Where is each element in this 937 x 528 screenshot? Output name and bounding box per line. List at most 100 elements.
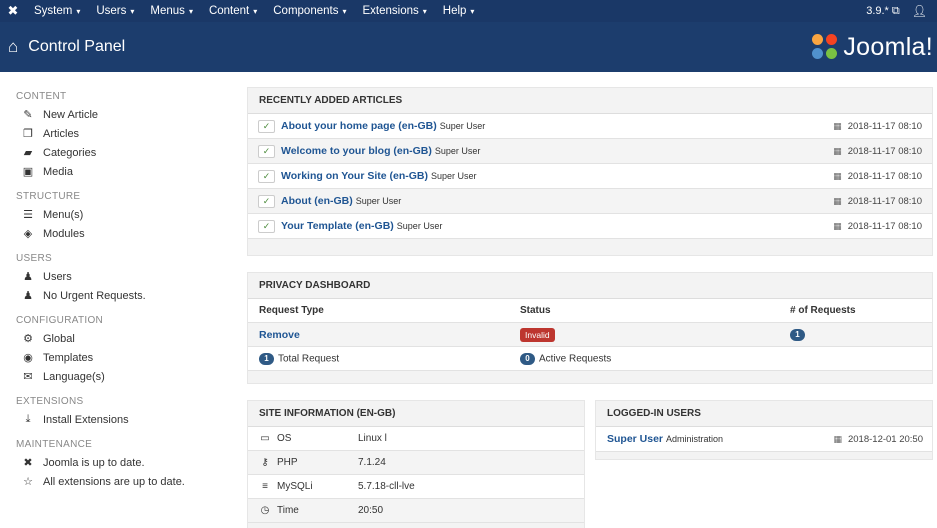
calendar-icon: ▦ [833,195,842,206]
article-row: ✓ Your Template (en-GB) Super User ▦ 2018… [248,214,932,239]
sidebar-item-global[interactable]: ⚙ Global [16,329,235,348]
sidebar: CONTENT ✎ New Article ❐ Articles ▰ Categori… [0,72,235,528]
sidebar-item-extensions-up-to-date[interactable]: ☆ All extensions are up to date. [16,472,235,491]
article-date: ▦ 2018-11-17 08:10 [833,220,922,232]
check-icon[interactable]: ✓ [258,219,275,233]
active-requests-label: Active Requests [539,353,612,364]
recent-articles-panel: RECENTLY ADDED ARTICLES ✓ About your hom… [247,87,933,256]
calendar-icon: ▦ [833,170,842,181]
joomla-logo-icon[interactable]: ✖ [0,0,26,22]
article-date: ▦ 2018-11-17 08:10 [833,120,922,132]
site-info-row: ◷ Time 20:50 [248,499,584,523]
article-row: ✓ About (en-GB) Super User ▦ 2018-11-17 0… [248,189,932,214]
privacy-header-row: Request Type Status # of Requests [248,299,932,323]
article-row: ✓ Working on Your Site (en-GB) Super Use… [248,164,932,189]
caret-down-icon: ▾ [130,6,135,16]
article-row: ✓ About your home page (en-GB) Super Use… [248,114,932,139]
sidebar-item-install-extensions[interactable]: ⤓ Install Extensions [16,410,235,429]
pencil-icon: ✎ [23,109,33,121]
menu-users[interactable]: Users ▾ [88,0,142,22]
key-icon: ⚷ [261,457,269,468]
article-date: ▦ 2018-11-17 08:10 [833,195,922,207]
eye-icon: ◉ [23,352,33,364]
check-icon[interactable]: ✓ [258,169,275,183]
sidebar-item-modules[interactable]: ◈ Modules [16,224,235,243]
menu-components[interactable]: Components ▾ [265,0,354,22]
active-count-badge: 0 [520,352,535,365]
sidebar-item-menus[interactable]: ☰ Menu(s) [16,205,235,224]
col-request-type: Request Type [259,305,324,316]
folder-icon: ▰ [23,147,33,159]
logged-in-user-row: Super User Administration ▦ 2018-12-01 20… [596,427,932,452]
sidebar-item-users[interactable]: ♟ Users [16,267,235,286]
sidebar-item-categories[interactable]: ▰ Categories [16,143,235,162]
menu-extensions[interactable]: Extensions ▾ [354,0,434,22]
article-link[interactable]: About (en-GB) [281,195,353,207]
calendar-icon: ▦ [833,120,842,131]
article-link[interactable]: Welcome to your blog (en-GB) [281,145,432,157]
status-badge: Invalid [520,327,555,342]
sidebar-item-languages[interactable]: ✉ Language(s) [16,367,235,386]
site-information-panel: SITE INFORMATION (EN-GB) ▭ OS Linux l ⚷ PH… [247,400,585,528]
calendar-icon: ▦ [833,220,842,231]
sidebar-heading-structure: STRUCTURE [16,190,81,202]
article-link[interactable]: Working on Your Site (en-GB) [281,170,428,182]
user-link[interactable]: Super User [607,433,663,445]
joomla-brand[interactable]: Joomla! [812,33,933,62]
version-link[interactable]: 3.9.* ⧉ [866,5,900,18]
comments-icon: ✉ [23,371,33,383]
logged-in-users-panel: LOGGED-IN USERS Super User Administratio… [595,400,933,460]
main-content: RECENTLY ADDED ARTICLES ✓ About your hom… [236,72,937,528]
page-header: ⌂ Control Panel Joomla! [0,22,937,72]
caret-down-icon: ▾ [76,6,81,16]
sidebar-item-joomla-up-to-date[interactable]: ✖ Joomla is up to date. [16,453,235,472]
sidebar-heading-configuration: CONFIGURATION [16,314,104,326]
sidebar-heading-content: CONTENT [16,90,67,102]
sidebar-item-no-urgent-requests[interactable]: ♟ No Urgent Requests. [16,286,235,305]
total-count-badge: 1 [259,352,274,365]
sidebar-item-articles[interactable]: ❐ Articles [16,124,235,143]
article-date: ▦ 2018-11-17 08:10 [833,145,922,157]
menu-content[interactable]: Content ▾ [201,0,265,22]
clock-icon: ◷ [260,505,270,516]
login-date: ▦ 2018-12-01 20:50 [833,433,923,445]
menu-system[interactable]: System ▾ [26,0,88,22]
users-icon: ♟ [23,271,33,283]
list-icon: ☰ [23,209,33,221]
caret-down-icon: ▾ [253,6,258,16]
cog-icon: ⚙ [23,333,33,345]
sidebar-item-templates[interactable]: ◉ Templates [16,348,235,367]
menu-menus[interactable]: Menus ▾ [142,0,201,22]
top-navbar: ✖ System ▾ Users ▾ Menus ▾ Content ▾ Compone… [0,0,937,22]
joomla-brand-logo-icon [812,34,838,60]
article-link[interactable]: About your home page (en-GB) [281,120,437,132]
caret-down-icon: ▾ [470,6,475,16]
article-row: ✓ Welcome to your blog (en-GB) Super Use… [248,139,932,164]
top-right-tools: 3.9.* ⧉ 👤︎ [866,0,937,22]
caret-down-icon: ▾ [342,6,347,16]
sidebar-item-new-article[interactable]: ✎ New Article [16,105,235,124]
user-menu-icon[interactable]: 👤︎ [912,4,927,18]
page-title: Control Panel [28,38,126,55]
home-icon: ⌂ [8,37,19,56]
site-information-title: SITE INFORMATION (EN-GB) [248,401,584,427]
sidebar-heading-maintenance: MAINTENANCE [16,438,93,450]
article-link[interactable]: Your Template (en-GB) [281,220,394,232]
caret-down-icon: ▾ [422,6,427,16]
check-icon[interactable]: ✓ [258,194,275,208]
request-type-link[interactable]: Remove [259,329,300,341]
caret-down-icon: ▾ [188,6,193,16]
database-icon: ≡ [262,481,268,492]
sidebar-heading-users: USERS [16,252,52,264]
site-info-row: ≡ MySQLi 5.7.18-cll-lve [248,475,584,499]
privacy-data-row: Remove Invalid 1 [248,323,932,347]
sidebar-item-media[interactable]: ▣ Media [16,162,235,181]
check-icon[interactable]: ✓ [258,119,275,133]
calendar-icon: ▦ [833,145,842,156]
menu-help[interactable]: Help ▾ [435,0,483,22]
site-info-row: ▭ OS Linux l [248,427,584,451]
privacy-dashboard-panel: PRIVACY DASHBOARD Request Type Status # … [247,272,933,384]
brand-text: Joomla! [843,32,933,61]
check-icon[interactable]: ✓ [258,144,275,158]
article-author: Super User [439,121,486,131]
